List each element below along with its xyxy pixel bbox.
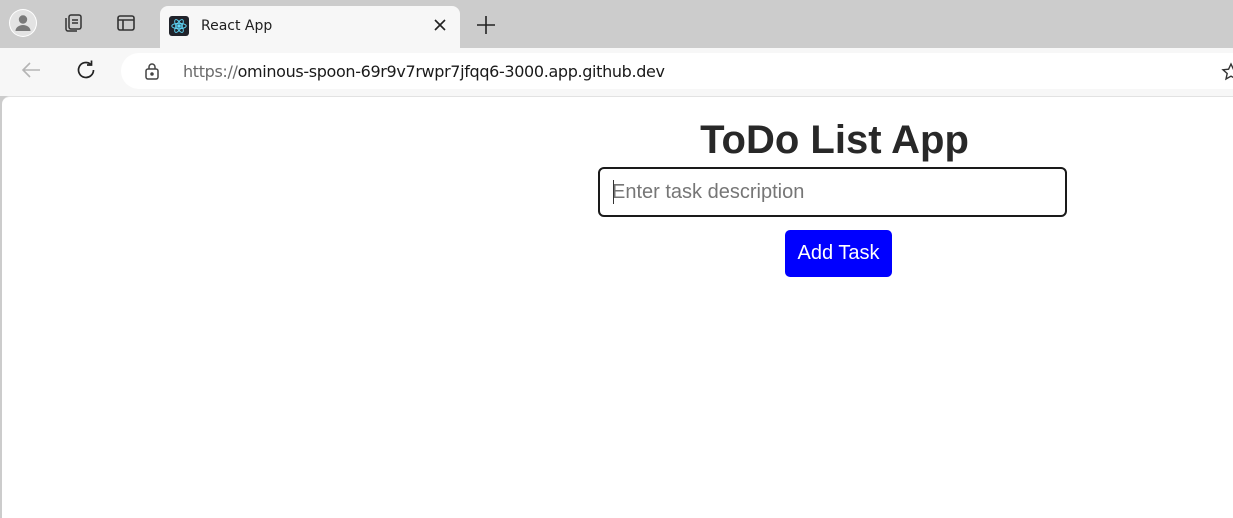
profile-icon [8, 8, 38, 43]
lock-icon[interactable] [143, 62, 161, 80]
back-button[interactable] [15, 56, 47, 88]
reload-icon [75, 59, 97, 86]
tab-title: React App [201, 18, 273, 34]
add-task-button[interactable]: Add Task [785, 230, 892, 277]
new-tab-button[interactable] [470, 11, 502, 43]
tab-strip: React App [0, 0, 1233, 48]
tab-actions-button[interactable] [110, 9, 142, 41]
browser-toolbar: https://ominous-spoon-69r9v7rwpr7jfqq6-3… [0, 48, 1233, 96]
address-bar[interactable]: https://ominous-spoon-69r9v7rwpr7jfqq6-3… [121, 53, 1233, 89]
page-viewport: ToDo List App Add Task [2, 96, 1233, 518]
url-host: ominous-spoon-69r9v7rwpr7jfqq6-3000.app.… [237, 62, 665, 81]
browser-window: React App https://ominous-spoon-69r9v7rw… [0, 0, 1233, 518]
star-icon[interactable] [1221, 62, 1233, 82]
workspaces-icon [62, 12, 84, 39]
close-icon [433, 18, 447, 37]
tab-close-button[interactable] [430, 17, 450, 37]
workspaces-button[interactable] [57, 9, 89, 41]
tab-actions-icon [116, 13, 136, 38]
url-scheme: https:// [183, 62, 238, 81]
text-caret [613, 180, 614, 204]
tab-react-app[interactable]: React App [160, 6, 460, 48]
task-description-input[interactable] [598, 167, 1067, 217]
plus-icon [476, 15, 496, 40]
react-logo-icon [169, 16, 189, 36]
profile-button[interactable] [7, 8, 39, 43]
back-arrow-icon [20, 59, 42, 86]
reload-button[interactable] [70, 56, 102, 88]
page-title: ToDo List App [700, 118, 969, 162]
url-text[interactable]: https://ominous-spoon-69r9v7rwpr7jfqq6-3… [183, 62, 665, 81]
